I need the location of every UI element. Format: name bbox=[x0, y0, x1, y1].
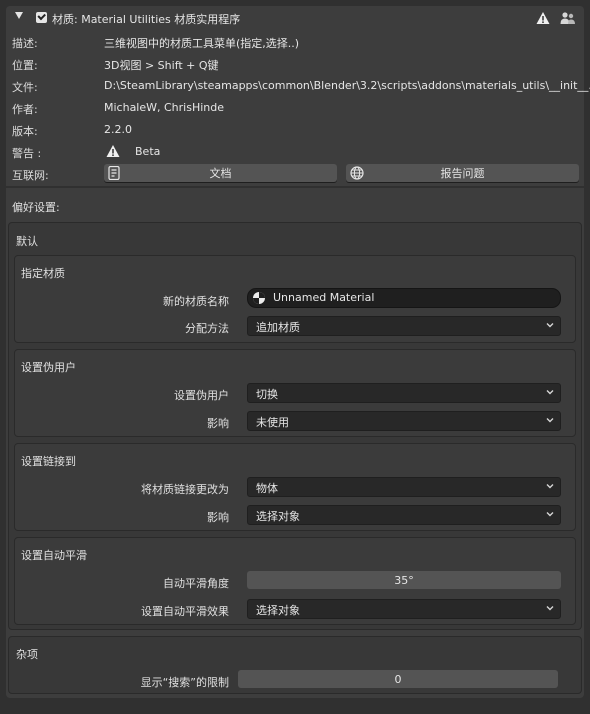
auto-smooth-effect-dropdown[interactable]: 选择对象 bbox=[247, 599, 561, 619]
link-to-affect-label: 影响 bbox=[207, 511, 229, 524]
auto-smooth-effect-value: 选择对象 bbox=[256, 604, 300, 617]
fake-user-title: 设置伪用户 bbox=[21, 361, 76, 374]
fake-user-dropdown[interactable]: 切换 bbox=[247, 383, 561, 403]
warning-icon bbox=[536, 12, 550, 24]
report-issue-button[interactable]: 报告问题 bbox=[346, 164, 579, 182]
users-icon bbox=[560, 12, 575, 24]
docs-button-label: 文档 bbox=[209, 167, 232, 180]
auto-smooth-angle-value: 35° bbox=[394, 573, 414, 587]
fake-user-affect-value: 未使用 bbox=[256, 416, 289, 429]
chevron-down-icon bbox=[546, 418, 554, 423]
auto-smooth-panel: 设置自动平滑 自动平滑角度 35° 设置自动平滑效果 选择对象 bbox=[14, 537, 576, 625]
addon-title: 材质: Material Utilities 材质实用程序 bbox=[52, 13, 241, 26]
info-value-location: 3D视图 > Shift + Q键 bbox=[104, 59, 219, 72]
chevron-down-icon bbox=[546, 484, 554, 489]
fake-user-affect-dropdown[interactable]: 未使用 bbox=[247, 411, 561, 431]
info-label-internet: 互联网: bbox=[12, 169, 49, 182]
info-value-file: D:\SteamLibrary\steamapps\common\Blender… bbox=[104, 79, 590, 92]
preferences-section: 偏好设置: 默认 指定材质 新的材质名称 Unnamed Material 分配… bbox=[6, 188, 584, 698]
fake-user-affect-label: 影响 bbox=[207, 417, 229, 430]
link-to-label: 将材质链接更改为 bbox=[141, 483, 229, 496]
info-value-warning: Beta bbox=[135, 145, 161, 158]
default-panel: 默认 指定材质 新的材质名称 Unnamed Material 分配方法 追加材… bbox=[8, 222, 582, 630]
search-limit-value: 0 bbox=[394, 672, 402, 686]
auto-smooth-title: 设置自动平滑 bbox=[21, 549, 87, 562]
search-limit-slider[interactable]: 0 bbox=[238, 670, 558, 688]
assign-material-panel: 指定材质 新的材质名称 Unnamed Material 分配方法 追加材质 bbox=[14, 255, 576, 343]
auto-smooth-effect-label: 设置自动平滑效果 bbox=[141, 605, 229, 618]
auto-smooth-angle-slider[interactable]: 35° bbox=[247, 571, 561, 589]
fake-user-panel: 设置伪用户 设置伪用户 切换 影响 未使用 bbox=[14, 349, 576, 437]
beta-warning-icon bbox=[106, 145, 120, 157]
misc-panel-title: 杂项 bbox=[16, 648, 38, 661]
assign-method-label: 分配方法 bbox=[185, 322, 229, 335]
report-issue-button-label: 报告问题 bbox=[440, 167, 485, 180]
link-to-value: 物体 bbox=[256, 482, 278, 495]
info-label-location: 位置: bbox=[12, 59, 38, 72]
info-label-warning: 警告 : bbox=[12, 147, 42, 160]
info-value-version: 2.2.0 bbox=[104, 123, 132, 136]
misc-panel: 杂项 显示“搜索”的限制 0 bbox=[8, 636, 582, 694]
assign-method-dropdown[interactable]: 追加材质 bbox=[247, 316, 561, 336]
assign-method-value: 追加材质 bbox=[256, 321, 300, 334]
docs-button[interactable]: 文档 bbox=[104, 164, 337, 182]
material-icon bbox=[253, 292, 265, 304]
addon-enabled-checkbox[interactable] bbox=[36, 12, 47, 23]
new-material-name-label: 新的材质名称 bbox=[163, 295, 229, 308]
chevron-down-icon bbox=[546, 606, 554, 611]
info-value-author: MichaleW, ChrisHinde bbox=[104, 101, 225, 114]
addon-header[interactable]: 材质: Material Utilities 材质实用程序 bbox=[6, 6, 584, 30]
info-label-description: 描述: bbox=[12, 37, 38, 50]
link-to-panel: 设置链接到 将材质链接更改为 物体 影响 选择对象 bbox=[14, 443, 576, 531]
info-label-file: 文件: bbox=[12, 81, 38, 94]
new-material-name-value: Unnamed Material bbox=[273, 291, 375, 304]
info-label-author: 作者: bbox=[12, 103, 38, 116]
addon-info: 描述: 三维视图中的材质工具菜单(指定,选择..) 位置: 3D视图 > Shi… bbox=[6, 30, 590, 186]
globe-icon bbox=[350, 166, 364, 180]
assign-material-title: 指定材质 bbox=[21, 267, 65, 280]
fake-user-value: 切换 bbox=[256, 388, 278, 401]
link-to-affect-dropdown[interactable]: 选择对象 bbox=[247, 505, 561, 525]
link-to-title: 设置链接到 bbox=[21, 455, 76, 468]
link-to-dropdown[interactable]: 物体 bbox=[247, 477, 561, 497]
document-icon bbox=[108, 166, 120, 180]
default-panel-title: 默认 bbox=[16, 235, 38, 248]
preferences-title: 偏好设置: bbox=[12, 201, 60, 214]
auto-smooth-angle-label: 自动平滑角度 bbox=[163, 577, 229, 590]
info-label-version: 版本: bbox=[12, 125, 38, 138]
new-material-name-field[interactable]: Unnamed Material bbox=[247, 288, 561, 308]
collapse-triangle-icon[interactable] bbox=[15, 12, 23, 19]
link-to-affect-value: 选择对象 bbox=[256, 510, 300, 523]
info-value-description: 三维视图中的材质工具菜单(指定,选择..) bbox=[104, 37, 300, 50]
fake-user-label: 设置伪用户 bbox=[174, 389, 229, 402]
chevron-down-icon bbox=[546, 512, 554, 517]
chevron-down-icon bbox=[546, 323, 554, 328]
search-limit-label: 显示“搜索”的限制 bbox=[140, 676, 229, 689]
chevron-down-icon bbox=[546, 390, 554, 395]
